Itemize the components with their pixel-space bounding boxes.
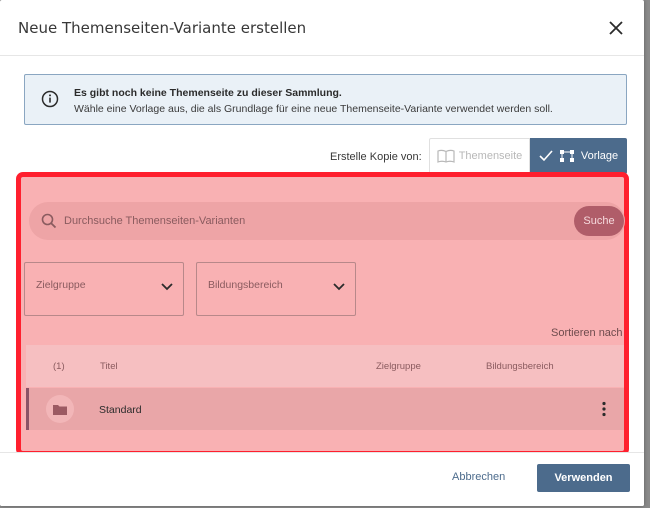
more-vertical-icon[interactable] <box>601 401 607 417</box>
dialog-title: Neue Themenseiten-Variante erstellen <box>18 19 307 37</box>
template-tree-icon <box>559 150 574 162</box>
cancel-button[interactable]: Abbrechen <box>452 471 505 483</box>
info-text: Wähle eine Vorlage aus, die als Grundlag… <box>74 103 553 115</box>
themenseite-label: Themenseite <box>458 150 523 162</box>
create-variant-dialog: Neue Themenseiten-Variante erstellen Es … <box>0 0 644 506</box>
folder-icon-badge <box>46 395 74 423</box>
row-title: Standard <box>99 404 142 416</box>
info-banner: Es gibt noch keine Themenseite zu dieser… <box>24 74 627 125</box>
check-icon <box>539 150 553 162</box>
chevron-down-icon <box>333 283 345 291</box>
sort-button[interactable]: Sortieren nach <box>551 327 623 339</box>
book-icon <box>437 149 455 163</box>
zielgruppe-select-label: Zielgruppe <box>36 279 86 291</box>
chevron-down-icon <box>161 283 173 291</box>
search-bar: Durchsuche Themenseiten-Varianten Suche <box>29 202 625 240</box>
table-header: (1) Titel Zielgruppe Bildungsbereich <box>26 345 624 387</box>
apply-button[interactable]: Verwenden <box>537 464 630 492</box>
highlight-overlay: Durchsuche Themenseiten-Varianten Suche … <box>16 172 629 456</box>
zielgruppe-select[interactable]: Zielgruppe <box>24 262 184 316</box>
table-row[interactable]: Standard <box>26 388 624 430</box>
dialog-header: Neue Themenseiten-Variante erstellen <box>0 0 644 56</box>
result-count: (1) <box>53 361 65 372</box>
close-button[interactable] <box>604 16 628 40</box>
vorlage-label: Vorlage <box>580 150 619 162</box>
column-zielgruppe[interactable]: Zielgruppe <box>376 361 421 372</box>
bildungsbereich-select[interactable]: Bildungsbereich <box>196 262 356 316</box>
bildungsbereich-select-label: Bildungsbereich <box>208 279 283 291</box>
search-button[interactable]: Suche <box>574 206 624 236</box>
folder-icon <box>53 404 67 415</box>
search-icon <box>41 213 57 229</box>
info-title: Es gibt noch keine Themenseite zu dieser… <box>74 87 342 99</box>
dialog-footer: Abbrechen Verwenden <box>0 452 644 506</box>
search-input[interactable]: Durchsuche Themenseiten-Varianten <box>64 215 245 227</box>
copy-from-vorlage-button[interactable]: Vorlage <box>530 138 627 174</box>
column-bildungsbereich[interactable]: Bildungsbereich <box>486 361 554 372</box>
close-icon <box>609 21 623 35</box>
copy-from-themenseite-button[interactable]: Themenseite <box>429 138 530 174</box>
column-title[interactable]: Titel <box>100 361 118 372</box>
copy-from-label: Erstelle Kopie von: <box>330 151 422 163</box>
info-icon <box>41 90 59 108</box>
